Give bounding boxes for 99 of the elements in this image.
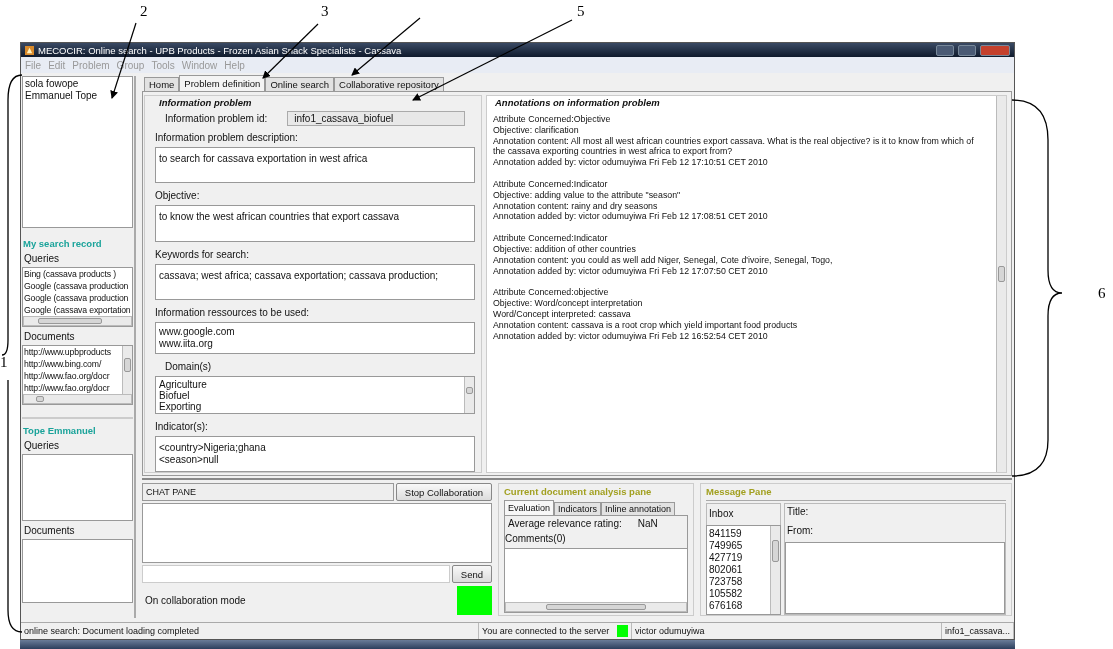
annotation-line: Annotation content: you could as well add Niger, Senegal, Cote d'ivoire, Senegal, Togo, [493,254,834,266]
list-item[interactable]: Agriculture [159,379,461,390]
annotation-line: Attribute Concerned:objective [493,287,610,299]
tab[interactable]: Problem definition [179,75,266,91]
message-item[interactable]: 105582 [709,588,768,600]
tab[interactable]: Home [144,77,180,91]
message-item[interactable]: 676168 [709,600,768,612]
horizontal-scrollbar[interactable] [505,602,687,612]
tab[interactable]: Online search [265,77,334,91]
maximize-button[interactable] [958,44,976,56]
vertical-scrollbar[interactable] [464,377,474,413]
text-area[interactable]: cassava; west africa; cassava exportation; cassava production; [155,263,475,300]
pane-title: Current document analysis pane [504,486,653,497]
documents-label: Documents [23,330,76,344]
documents-label: Documents [23,524,76,538]
title-label: Title: [786,505,810,519]
horizontal-scrollbar[interactable] [23,394,132,404]
user-item[interactable]: sola fowope [25,78,130,90]
document-item[interactable]: http://www.upbproducts [24,346,121,358]
list-item[interactable]: Exporting [159,401,461,412]
annotation-line: Objective: addition of other countries [493,243,637,255]
callout-number: 5 [577,3,585,19]
tab[interactable]: Indicators [554,502,602,515]
message-item[interactable]: 841159 [709,528,768,540]
message-input[interactable] [142,565,450,583]
message-item[interactable]: 427719 [709,552,768,564]
horizontal-scrollbar[interactable] [23,316,132,326]
queries-label: Queries [23,439,60,453]
tab[interactable]: Inline annotation [601,502,676,515]
callout-number: 6 [1098,285,1106,301]
annotation-line: Word/Concept interpreted: cassava [493,308,632,320]
annotation-line: Objective: adding value to the attribute "season" [493,189,682,201]
annotation-line: Annotation added by: victor odumuyiwa Fri Feb 12 17:07:50 CET 2010 [493,265,769,277]
callout-number: 1 [0,354,8,370]
pane-title: Message Pane [706,486,773,497]
message-item[interactable]: 749965 [709,540,768,552]
query-item[interactable]: Google (cassava exportation [24,304,131,316]
panel-title: Annotations on information problem [495,97,661,108]
annotation-line: Attribute Concerned:Objective [493,114,612,125]
annotation-line: Objective: Word/concept interpretation [493,298,644,309]
problem-name: info1_cassava... [945,626,1011,636]
rating-value: NaN [637,518,658,529]
text-area[interactable]: <country>Nigeria;ghana <season>null [155,436,475,472]
tab[interactable]: Evaluation [504,500,555,515]
send-button[interactable]: Send [451,565,492,583]
callout-number: 3 [321,3,329,19]
status-message: online search: Document loading completed [24,626,200,636]
annotation-line: Annotation added by: victor odumuyiwa Fri Feb 12 17:08:51 CET 2010 [493,211,769,223]
annotation-line: Attribute Concerned:Indicator [493,233,609,244]
annotation-line: Attribute Concerned:Indicator [493,179,609,190]
annotation-line: Annotation content: rainy and dry seasons [493,200,659,212]
section-title: My search record [22,238,103,249]
query-item[interactable]: Google (cassava production [24,280,131,292]
tab[interactable]: Collaborative repository [334,77,444,91]
connection-status: You are connected to the server [482,626,610,636]
callout-number: 2 [140,3,148,19]
from-label: From: [786,524,815,538]
document-item[interactable]: http://www.bing.com/ [24,358,121,370]
list-item[interactable]: Biofuel [159,390,461,401]
query-item[interactable]: Bing (cassava products ) [24,268,131,280]
queries-label: Queries [23,252,60,266]
vertical-scrollbar[interactable] [122,346,132,394]
vertical-scrollbar[interactable] [770,526,780,614]
text-area[interactable]: to search for cassava exportation in west africa [155,147,475,184]
id-field[interactable]: info1_cassava_biofuel [287,111,465,126]
panel-title: Information problem [159,97,253,108]
annotation-line: Annotation added by: victor odumuyiwa Fri Feb 12 17:10:51 CET 2010 [493,157,769,168]
user-name: victor odumuyiwa [635,626,705,636]
field-label: Information problem id: [165,113,268,124]
text-area[interactable]: www.google.com www.iita.org [155,321,475,354]
message-item[interactable]: 723758 [709,576,768,588]
annotation-line: Annotation content: All most all west african countries export cassava. What is the real objective? is it to know from which of the cassava exporting countries in west africa to export from? [493,135,975,158]
comments-label: Comments(0) [505,532,567,546]
section-title: Tope Emmanuel [22,425,97,436]
field-label: Indicator(s): [155,421,209,432]
user-item[interactable]: Emmanuel Tope [25,90,130,102]
annotation-line: Annotation added by: victor odumuyiwa Fri Feb 12 16:52:54 CET 2010 [493,330,769,342]
document-item[interactable]: http://www.fao.org/docr [24,382,121,394]
annotation-line: Objective: clarification [493,124,580,136]
field-label: Information ressources to be used: [155,306,310,318]
field-label: Objective: [155,190,201,202]
field-label: Domain(s) [165,361,213,372]
message-item[interactable]: 802061 [709,564,768,576]
mode-label: On collaboration mode [144,595,247,606]
text-area[interactable]: to know the west african countries that export cassava [155,205,475,242]
pane-title: CHAT PANE [142,483,394,501]
stop-collaboration-button[interactable]: Stop Collaboration [395,483,492,501]
query-item[interactable]: Google (cassava production [24,292,131,304]
document-item[interactable]: http://www.fao.org/docr [24,370,121,382]
list-field[interactable]: Agriculture Biofuel Exporting [155,376,475,414]
annotation-line: Annotation content: cassava is a root crop which yield important food products [493,319,799,331]
vertical-scrollbar[interactable] [996,96,1006,472]
window-title: MECOCIR: Online search - UPB Products - Frozen Asian Snack Specialists - Cassava [38,44,403,56]
rating-label: Average relevance rating: [508,518,622,529]
field-label: Information problem description: [155,132,299,143]
field-label: Keywords for search: [155,248,250,260]
close-button[interactable] [980,44,1010,56]
app-icon [25,45,34,55]
minimize-button[interactable] [936,44,954,56]
